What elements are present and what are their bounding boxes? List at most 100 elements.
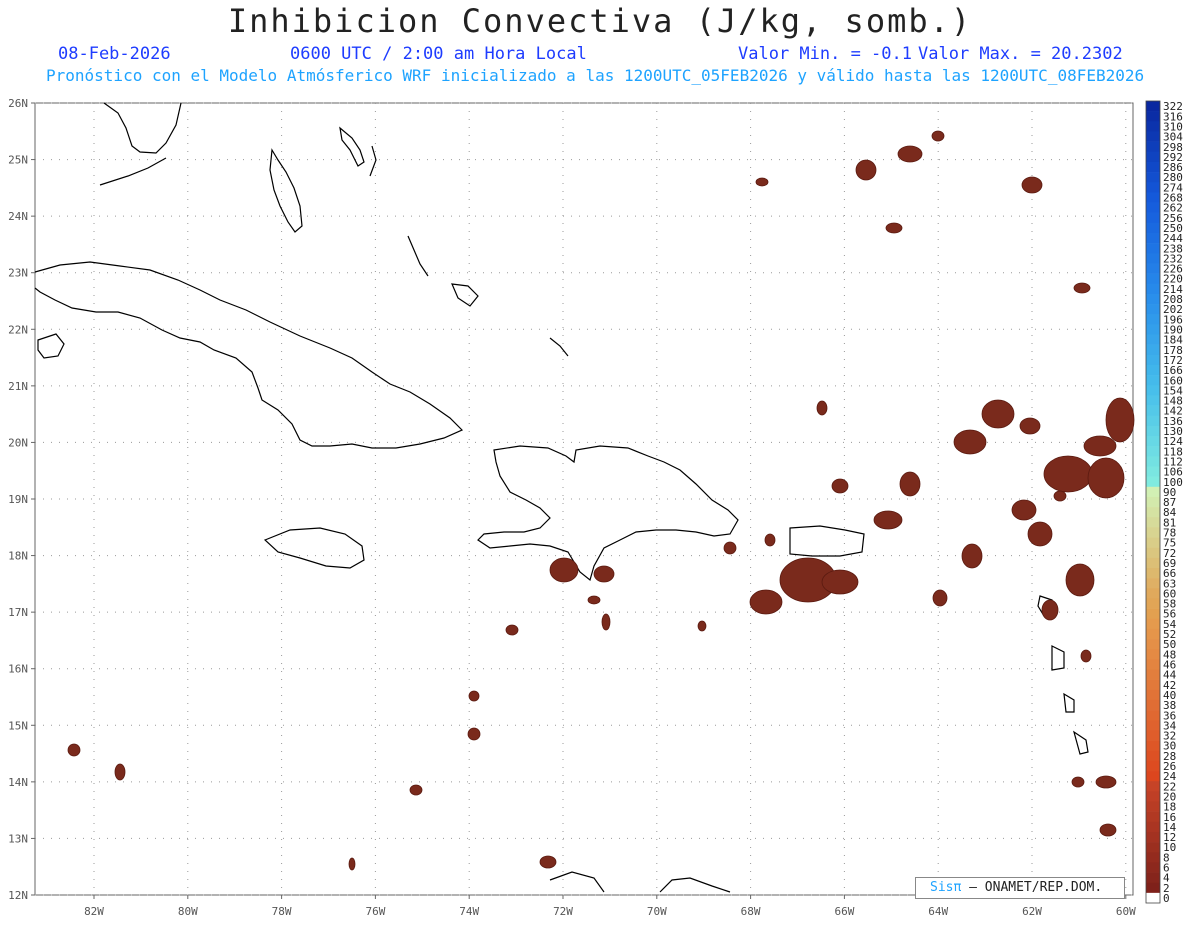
colorbar-swatch (1146, 344, 1160, 356)
cin-blob (961, 543, 983, 569)
colorbar-swatch (1146, 263, 1160, 274)
cin-blob (409, 784, 423, 796)
coast-abaco (339, 126, 365, 167)
colorbar-swatch (1146, 872, 1160, 883)
colorbar-swatch (1146, 486, 1160, 498)
cin-blob (816, 400, 828, 416)
colorbar-swatch (1146, 161, 1160, 173)
colorbar-swatch (1146, 760, 1160, 772)
colorbar-swatch (1146, 639, 1160, 650)
lon-label: 68W (741, 905, 761, 918)
colorbar-swatch (1146, 354, 1160, 366)
lon-label: 60W (1116, 905, 1136, 918)
cin-blob (1043, 455, 1093, 493)
colorbar-swatch (1146, 151, 1160, 163)
forecast-description: Pronóstico con el Modelo Atmósferico WRF… (46, 66, 1145, 85)
colorbar-swatch (1146, 364, 1160, 376)
cin-blob (855, 159, 877, 181)
colorbar: 3223163103042982922862802742682622562502… (1145, 100, 1183, 905)
colorbar-swatch (1146, 446, 1160, 457)
colorbar-swatch (1146, 557, 1160, 569)
sispi-logo: Sisπ (930, 880, 962, 895)
colorbar-swatch (1146, 578, 1160, 589)
colorbar-swatch (1146, 172, 1160, 183)
cin-blob (549, 557, 579, 583)
colorbar-swatch (1146, 202, 1160, 213)
cin-blob (932, 589, 948, 607)
coast-inagua (451, 283, 479, 307)
lat-label: 14N (8, 776, 28, 789)
lat-label: 23N (8, 267, 28, 280)
colorbar-swatch (1146, 852, 1160, 863)
colorbar-swatch (1146, 425, 1160, 437)
min-value: Valor Min. = -0.1 (738, 44, 912, 64)
colorbar-swatch (1146, 243, 1160, 254)
forecast-time: 0600 UTC / 2:00 am Hora Local (290, 44, 587, 64)
cin-blob (1105, 397, 1135, 443)
coast-martinique (1063, 692, 1075, 713)
colorbar-swatch (1146, 649, 1160, 660)
coast-florida (103, 102, 182, 154)
colorbar-swatch (1146, 415, 1160, 427)
lon-label: 76W (365, 905, 385, 918)
colorbar-swatch (1146, 679, 1160, 691)
colorbar-swatch (1146, 385, 1160, 396)
colorbar-swatch (1146, 628, 1160, 640)
lon-label: 74W (459, 905, 479, 918)
colorbar-swatch (1146, 507, 1160, 518)
lat-label: 20N (8, 436, 28, 449)
cin-blob (1065, 563, 1095, 597)
coast-keys (99, 157, 167, 186)
colorbar-swatch (1146, 710, 1160, 721)
lon-label: 82W (84, 905, 104, 918)
max-value: Valor Max. = 20.2302 (918, 44, 1123, 64)
colorbar-swatch (1146, 730, 1160, 741)
cin-blob (467, 727, 481, 741)
colorbar-swatch (1146, 781, 1160, 792)
cin-blob (1073, 282, 1091, 294)
cin-blob (981, 399, 1015, 429)
lat-lon-grid (34, 102, 1134, 896)
colorbar-swatch (1146, 537, 1160, 548)
lat-label: 16N (8, 663, 28, 676)
lat-label: 22N (8, 323, 28, 336)
lat-label: 13N (8, 832, 28, 845)
cin-blob (539, 855, 557, 869)
cin-blob (1041, 599, 1059, 621)
colorbar-swatch (1146, 141, 1160, 153)
lat-label: 12N (8, 889, 28, 902)
colorbar-swatch (1146, 567, 1160, 579)
colorbar-swatch (1146, 466, 1160, 477)
coast-dominica (1051, 645, 1065, 671)
colorbar-swatch (1146, 598, 1160, 609)
colorbar-swatch (1146, 314, 1160, 325)
colorbar-swatch (1146, 689, 1160, 701)
colorbar-swatch (1146, 842, 1160, 853)
forecast-date: 08-Feb-2026 (58, 44, 171, 64)
axis-ticks: 26N 25N 24N 23N 22N 21N 20N 19N 18N 17N 16N 15N 14N 1… (8, 97, 1136, 918)
credit-badge: Sisπ – ONAMET/REP.DOM. (915, 877, 1125, 899)
lat-label: 17N (8, 606, 28, 619)
colorbar-swatch (1146, 821, 1160, 833)
colorbar-swatch (1146, 750, 1160, 762)
cin-blob (114, 763, 126, 781)
colorbar-swatch (1146, 476, 1160, 488)
lon-label: 70W (647, 905, 667, 918)
colorbar-swatch (1146, 862, 1160, 873)
colorbar-swatch (1146, 618, 1160, 630)
lat-label: 21N (8, 380, 28, 393)
coast-long-island (407, 235, 429, 277)
colorbar-swatch (1146, 131, 1160, 142)
lat-label: 25N (8, 154, 28, 167)
colorbar-swatch (1146, 121, 1160, 132)
colorbar-swatch (1146, 892, 1160, 904)
colorbar-swatch (1146, 436, 1160, 447)
cin-blob (697, 620, 707, 632)
colorbar-swatch (1146, 547, 1160, 559)
colorbar-swatch (1146, 405, 1160, 417)
cin-blob (953, 429, 987, 455)
cin-blob (873, 510, 903, 530)
cin-blob (821, 569, 859, 595)
colorbar-swatch (1146, 232, 1160, 244)
cin-blob (1011, 499, 1037, 521)
